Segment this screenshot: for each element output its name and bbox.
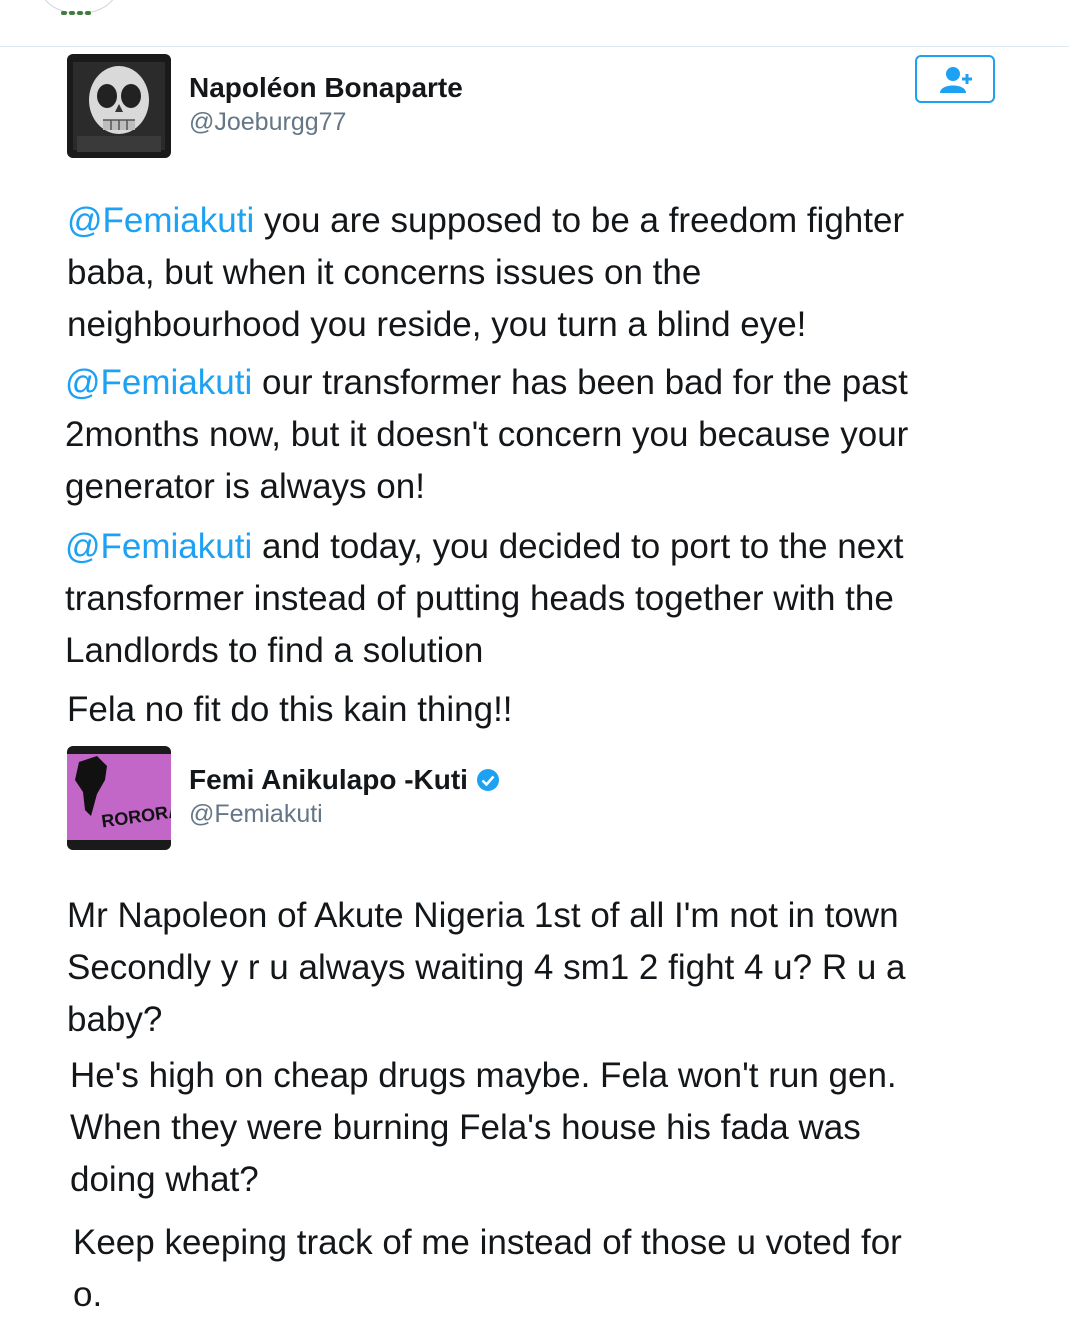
app-logo	[40, 0, 118, 15]
handle-femi[interactable]: @Femiakuti	[189, 800, 323, 829]
tweet1-paragraph-1: @Femiakuti you are supposed to be a free…	[67, 201, 905, 344]
avatar-napoleon[interactable]	[67, 54, 171, 158]
tweet1-closing: Fela no fit do this kain thing!!	[67, 690, 513, 729]
display-name-napoleon[interactable]: Napoléon Bonaparte	[189, 72, 463, 104]
tweet1-paragraph-2: @Femiakuti our transformer has been bad …	[65, 363, 909, 506]
add-user-icon	[940, 67, 972, 93]
tweet1-paragraph-3: @Femiakuti and today, you decided to por…	[65, 527, 904, 670]
mention-link[interactable]: @Femiakuti	[65, 363, 252, 402]
handle-napoleon[interactable]: @Joeburgg77	[189, 108, 346, 137]
afrobeat-avatar-icon: RORORARA	[67, 746, 171, 850]
skull-illusion-avatar-icon	[67, 54, 171, 158]
avatar-femi[interactable]: RORORARA	[67, 746, 171, 850]
display-name-femi[interactable]: Femi Anikulapo -Kuti	[189, 764, 500, 796]
verified-badge-icon	[476, 769, 499, 791]
mention-link[interactable]: @Femiakuti	[65, 527, 252, 566]
top-bar	[0, 0, 1069, 47]
mention-link[interactable]: @Femiakuti	[67, 201, 254, 240]
tweet2-paragraph-2: He's high on cheap drugs maybe. Fela won…	[70, 1056, 897, 1199]
follow-button[interactable]	[915, 55, 995, 103]
tweet2-paragraph-3: Keep keeping track of me instead of thos…	[73, 1223, 902, 1314]
tweet2-paragraph-1: Mr Napoleon of Akute Nigeria 1st of all …	[67, 896, 906, 1039]
